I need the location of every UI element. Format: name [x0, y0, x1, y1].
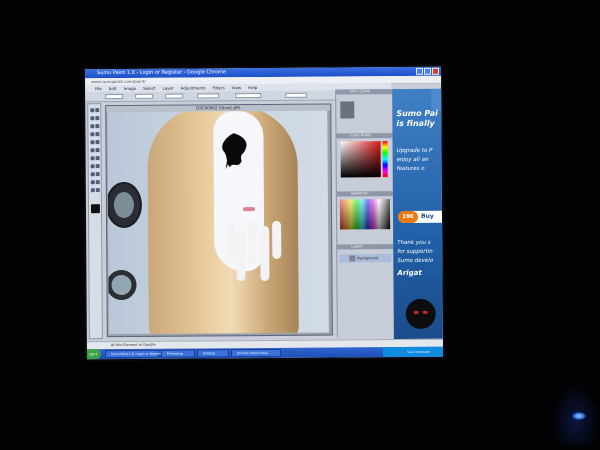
- panel-layers-title: Layers: [351, 244, 363, 249]
- menu-view[interactable]: View: [232, 84, 242, 91]
- wall-frame-small: [107, 269, 137, 301]
- maximize-icon[interactable]: [423, 67, 432, 75]
- ad-body-1: Upgrade to P: [396, 147, 433, 155]
- hand-tool-icon[interactable]: [95, 180, 100, 185]
- start-label: start: [88, 352, 98, 357]
- brush-tool-icon[interactable]: [95, 124, 100, 129]
- clone-tool-icon[interactable]: [90, 164, 95, 169]
- system-tray: Scan Computer: [382, 346, 444, 358]
- select-tool-icon[interactable]: [95, 108, 100, 113]
- paint-drips: [226, 220, 286, 291]
- panel-head-swatches[interactable]: Swatches: [336, 191, 393, 197]
- menu-file[interactable]: File: [95, 85, 102, 92]
- move-tool-icon[interactable]: [90, 108, 95, 113]
- power-led-icon: [572, 412, 586, 420]
- ad-thanks-4: Arigat: [397, 268, 422, 278]
- panel-info-title: Info / Zoom: [350, 89, 371, 94]
- text-tool-icon[interactable]: [90, 148, 95, 153]
- blend-field[interactable]: [235, 93, 262, 99]
- ad-title-1: Sumo Pai: [396, 108, 438, 119]
- gradient-tool-icon[interactable]: [95, 140, 100, 145]
- taskbar-item[interactable]: Photoshop: [160, 349, 196, 358]
- spacing-field[interactable]: [285, 92, 308, 98]
- taskbar-item-label: All Funk Sticks Index: [236, 350, 268, 356]
- black-paint-splat: [222, 133, 247, 170]
- eraser-tool-icon[interactable]: [95, 132, 100, 137]
- upgrade-tab[interactable]: [431, 88, 442, 111]
- size-field[interactable]: [105, 93, 124, 100]
- tray-text: Scan Computer: [406, 349, 431, 355]
- buy-button[interactable]: 19€ Buy: [397, 210, 443, 224]
- taskbar-item[interactable]: Sumo Paint 1.0 - Login or Register: [104, 349, 163, 359]
- start-button[interactable]: start: [86, 349, 102, 360]
- symmetry-tool-icon[interactable]: [95, 188, 100, 193]
- ad-thanks-2: for supportin: [397, 248, 433, 256]
- ad-thanks-1: Thank you s: [397, 239, 431, 247]
- panel-head-info[interactable]: Info / Zoom: [336, 89, 393, 95]
- opacity-field[interactable]: [135, 93, 154, 99]
- softness-field[interactable]: [165, 93, 184, 99]
- taskbar-item-label: Photoshop: [166, 351, 183, 356]
- blur-tool-icon[interactable]: [95, 164, 100, 169]
- taskbar-item-label: Untitled: [202, 351, 215, 356]
- buy-label: Buy: [421, 212, 434, 220]
- layer-row[interactable]: Background: [339, 254, 392, 263]
- eyedropper-tool-icon[interactable]: [90, 180, 95, 185]
- fill-tool-icon[interactable]: [90, 140, 95, 145]
- screen: Sumo Paint 1.0 - Login or Register - Goo…: [84, 66, 444, 360]
- panel-swatches-title: Swatches: [350, 191, 368, 196]
- minimize-icon[interactable]: [415, 67, 424, 75]
- panel-head-color[interactable]: Color Picker: [336, 133, 393, 139]
- ad-thanks-3: Sumo develo: [397, 257, 434, 265]
- close-icon[interactable]: [431, 67, 440, 75]
- taskbar: start Sumo Paint 1.0 - Login or Register…: [86, 346, 444, 360]
- panel-color-title: Color Picker: [350, 133, 372, 138]
- ad-body-3: features o: [396, 165, 425, 173]
- taskbar-item[interactable]: All Funk Sticks Index: [230, 348, 282, 358]
- hue-slider[interactable]: [382, 141, 388, 178]
- pencil-tool-icon[interactable]: [90, 132, 95, 137]
- layer-thumbnail: [349, 255, 356, 262]
- ninja-mascot-icon: [405, 298, 436, 330]
- zoom-tool-icon[interactable]: [90, 188, 95, 193]
- upgrade-ad[interactable]: Sumo Pai is finally Upgrade to P enjoy a…: [392, 88, 443, 340]
- photo-background: Sumo Paint 1.0 - Login or Register - Goo…: [0, 0, 600, 450]
- side-panels: Info / Zoom Color Picker Swatches Layers: [335, 89, 394, 338]
- burn-tool-icon[interactable]: [95, 172, 100, 177]
- foreground-color-swatch[interactable]: [90, 204, 100, 214]
- shape-tool-icon[interactable]: [95, 148, 100, 153]
- dodge-tool-icon[interactable]: [90, 172, 95, 177]
- panel-head-layers[interactable]: Layers: [337, 244, 394, 250]
- layer-name: Background: [357, 256, 379, 261]
- toolbox: [87, 103, 103, 340]
- mode-field[interactable]: [197, 93, 220, 99]
- ad-title-2: is finally: [396, 118, 435, 129]
- lasso-tool-icon[interactable]: [90, 116, 95, 121]
- wall-frame: [107, 181, 143, 229]
- price-badge: 19€: [397, 210, 419, 224]
- lips: [242, 207, 255, 212]
- navigator-thumbnail[interactable]: [340, 101, 355, 119]
- crop-tool-icon[interactable]: [90, 124, 95, 129]
- line-tool-icon[interactable]: [90, 156, 95, 161]
- taskbar-item-label: Sumo Paint 1.0 - Login or Register: [110, 351, 163, 357]
- color-picker-field[interactable]: [340, 141, 381, 178]
- canvas-window: DSC00962 (Stunt).JPG: [105, 103, 333, 338]
- smudge-tool-icon[interactable]: [95, 156, 100, 161]
- ad-body-2: enjoy all an: [396, 156, 429, 164]
- menu-edit[interactable]: Edit: [109, 85, 117, 92]
- canvas-image[interactable]: [107, 110, 329, 335]
- taskbar-item[interactable]: Untitled: [196, 349, 230, 358]
- monitor: Sumo Paint 1.0 - Login or Register - Goo…: [82, 64, 446, 362]
- wand-tool-icon[interactable]: [95, 116, 100, 121]
